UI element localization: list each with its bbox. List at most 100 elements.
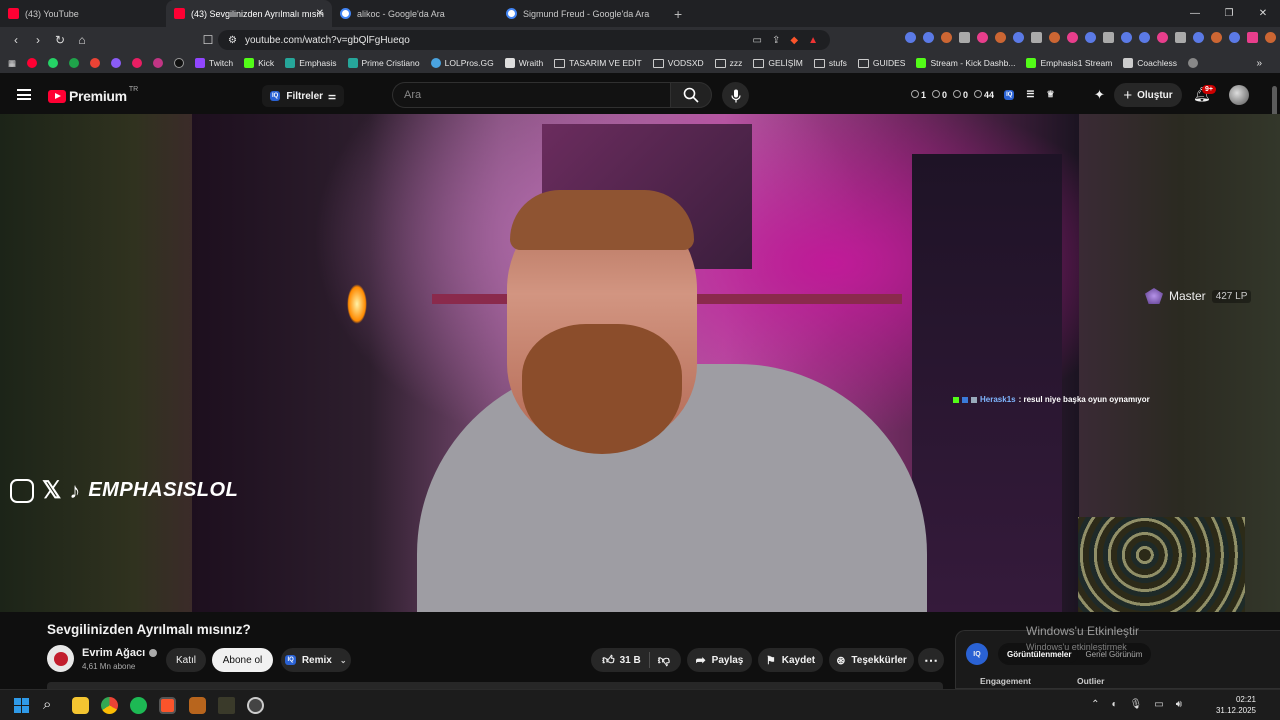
extension-icon[interactable] bbox=[1157, 32, 1168, 43]
create-button[interactable]: + Oluştur bbox=[1114, 83, 1182, 107]
description-box-edge[interactable] bbox=[47, 682, 943, 689]
bookmark-folder-stufs[interactable]: stufs bbox=[813, 58, 847, 68]
site-info-icon[interactable]: ⚙ bbox=[228, 35, 237, 46]
more-bookmarks-icon[interactable]: » bbox=[1256, 58, 1262, 69]
bookmark-icon[interactable] bbox=[132, 58, 143, 68]
tab-youtube-home[interactable]: (43) YouTube bbox=[0, 0, 166, 27]
chrome-icon[interactable] bbox=[101, 697, 118, 714]
bookmark-icon[interactable] bbox=[69, 58, 80, 68]
search-input[interactable]: Ara bbox=[392, 82, 670, 108]
trophy-icon[interactable]: ♕ bbox=[1046, 89, 1054, 100]
dislike-button[interactable]: 👎︎ bbox=[658, 653, 670, 668]
home-icon[interactable]: ⌂ bbox=[72, 33, 92, 47]
extension-icon[interactable] bbox=[1013, 32, 1024, 43]
cast-icon[interactable]: ▭ bbox=[753, 35, 762, 46]
subscribe-button[interactable]: Abone ol bbox=[212, 648, 273, 672]
maximize-icon[interactable]: ❐ bbox=[1212, 8, 1246, 19]
instagram-bookmark-icon[interactable] bbox=[153, 58, 164, 68]
bookmark-kick[interactable]: Kick bbox=[244, 58, 274, 68]
extension-icon[interactable] bbox=[995, 32, 1006, 43]
voice-search-button[interactable] bbox=[722, 82, 749, 109]
sublime-icon[interactable] bbox=[189, 697, 206, 714]
reload-icon[interactable]: ↻ bbox=[50, 33, 70, 47]
bookmark-wraith[interactable]: Wraith bbox=[504, 58, 543, 68]
extension-icon[interactable] bbox=[1193, 32, 1204, 43]
youtube-bookmark-icon[interactable] bbox=[27, 58, 38, 68]
bookmark-emphasis[interactable]: Emphasis bbox=[285, 58, 337, 68]
thanks-button[interactable]: ⊛ Teşekkürler bbox=[829, 648, 914, 672]
file-explorer-icon[interactable] bbox=[72, 697, 89, 714]
channel-avatar[interactable] bbox=[47, 645, 74, 672]
bookmark-emphasis-stream[interactable]: Emphasis1 Stream bbox=[1026, 58, 1112, 68]
extension-icon[interactable] bbox=[1031, 32, 1042, 43]
search-icon[interactable]: ⌕ bbox=[43, 696, 51, 713]
bookmark-icon[interactable] bbox=[111, 58, 122, 68]
microphone-tray-icon[interactable]: 🎙︎ bbox=[1130, 699, 1143, 710]
window-close-icon[interactable]: ✕ bbox=[1246, 8, 1280, 19]
extension-icon[interactable] bbox=[1175, 32, 1186, 43]
extension-icon[interactable] bbox=[1211, 32, 1222, 43]
tray-app-icon[interactable]: ◐ bbox=[1111, 699, 1117, 710]
search-button[interactable] bbox=[670, 82, 712, 108]
system-clock[interactable]: 02:21 31.12.2025 bbox=[1216, 694, 1256, 716]
share-button[interactable]: ➦ Paylaş bbox=[687, 648, 752, 672]
iq-extension-icon[interactable]: IQ bbox=[1004, 89, 1015, 100]
new-tab-icon[interactable]: + bbox=[674, 6, 682, 22]
back-icon[interactable]: ‹ bbox=[6, 33, 26, 47]
bookmark-folder-vodsxd[interactable]: VODSXD bbox=[652, 58, 704, 68]
extension-icon[interactable] bbox=[923, 32, 934, 43]
windows-start-icon[interactable] bbox=[14, 698, 29, 713]
more-actions-button[interactable]: ⋯ bbox=[918, 648, 944, 672]
extension-icon[interactable] bbox=[941, 32, 952, 43]
league-client-icon[interactable] bbox=[218, 697, 235, 714]
gmail-bookmark-icon[interactable] bbox=[90, 58, 101, 68]
globe-bookmark-icon[interactable] bbox=[1187, 58, 1198, 68]
bookmark-icon[interactable]: ☐ bbox=[198, 33, 218, 47]
brave-shields-icon[interactable]: ◆ bbox=[790, 35, 798, 46]
chevron-up-icon[interactable]: ⌃ bbox=[1091, 699, 1099, 710]
extension-icon[interactable] bbox=[1103, 32, 1114, 43]
brave-icon[interactable] bbox=[159, 697, 176, 714]
bookmark-lolpros[interactable]: LOLPros.GG bbox=[430, 58, 494, 68]
bookmark-kick-dashboard[interactable]: Stream - Kick Dashb... bbox=[916, 58, 1015, 68]
bookmark-coachless[interactable]: Coachless bbox=[1123, 58, 1177, 68]
bookmark-twitch[interactable]: Twitch bbox=[195, 58, 233, 68]
share-icon[interactable]: ⇪ bbox=[772, 35, 780, 46]
remix-button[interactable]: IQ Remix ⌄ bbox=[281, 648, 351, 672]
game-controller-icon[interactable]: ✦ bbox=[1094, 87, 1105, 103]
extension-icon[interactable] bbox=[1265, 32, 1276, 43]
join-button[interactable]: Katıl bbox=[166, 648, 206, 672]
spotify-icon[interactable] bbox=[130, 697, 147, 714]
extension-icon[interactable] bbox=[1085, 32, 1096, 43]
tab-google-alikoc[interactable]: alikoc - Google'da Ara bbox=[332, 0, 498, 27]
account-avatar[interactable] bbox=[1229, 85, 1249, 105]
brave-rewards-icon[interactable]: ▲ bbox=[808, 35, 818, 46]
display-icon[interactable]: ▭ bbox=[1154, 699, 1163, 710]
youtube-logo[interactable]: Premium TR bbox=[48, 86, 138, 104]
tab-video[interactable]: (43) Sevgilinizden Ayrılmalı mısın ✕ bbox=[166, 0, 332, 27]
filters-button[interactable]: IQ Filtreler ⚌ bbox=[262, 85, 345, 107]
bookmark-folder-guides[interactable]: GUIDES bbox=[857, 58, 905, 68]
bookmark-folder-tasarim[interactable]: TASARIM VE EDİT bbox=[554, 58, 642, 68]
save-button[interactable]: ⚑ Kaydet bbox=[758, 648, 823, 672]
channel-name-row[interactable]: Evrim Ağacı bbox=[82, 647, 158, 659]
extension-icon[interactable] bbox=[959, 32, 970, 43]
extension-icon[interactable] bbox=[1067, 32, 1078, 43]
bookmark-folder-zzz[interactable]: zzz bbox=[714, 58, 742, 68]
close-tab-icon[interactable]: ✕ bbox=[316, 8, 324, 19]
whatsapp-bookmark-icon[interactable] bbox=[48, 58, 59, 68]
list-icon[interactable]: ☰ bbox=[1026, 89, 1034, 100]
extension-icon[interactable] bbox=[905, 32, 916, 43]
apps-icon[interactable]: ▦ bbox=[8, 58, 16, 69]
volume-icon[interactable]: 🔊︎ bbox=[1176, 699, 1182, 710]
minimize-icon[interactable]: — bbox=[1178, 8, 1212, 19]
like-button[interactable]: 👍︎ 31 B bbox=[602, 653, 641, 668]
extension-icon[interactable] bbox=[1121, 32, 1132, 43]
menu-icon[interactable] bbox=[17, 89, 31, 100]
extension-icon[interactable] bbox=[977, 32, 988, 43]
bookmark-folder-gelisim[interactable]: GELİŞİM bbox=[753, 58, 803, 68]
bookmark-prime-cristiano[interactable]: Prime Cristiano bbox=[347, 58, 420, 68]
video-player[interactable]: 𝕏 ♪ EMPHASISLOL Master 427 LP Herask1s :… bbox=[0, 114, 1280, 612]
tiktok-bookmark-icon[interactable] bbox=[174, 58, 185, 68]
extension-icon[interactable] bbox=[1139, 32, 1150, 43]
